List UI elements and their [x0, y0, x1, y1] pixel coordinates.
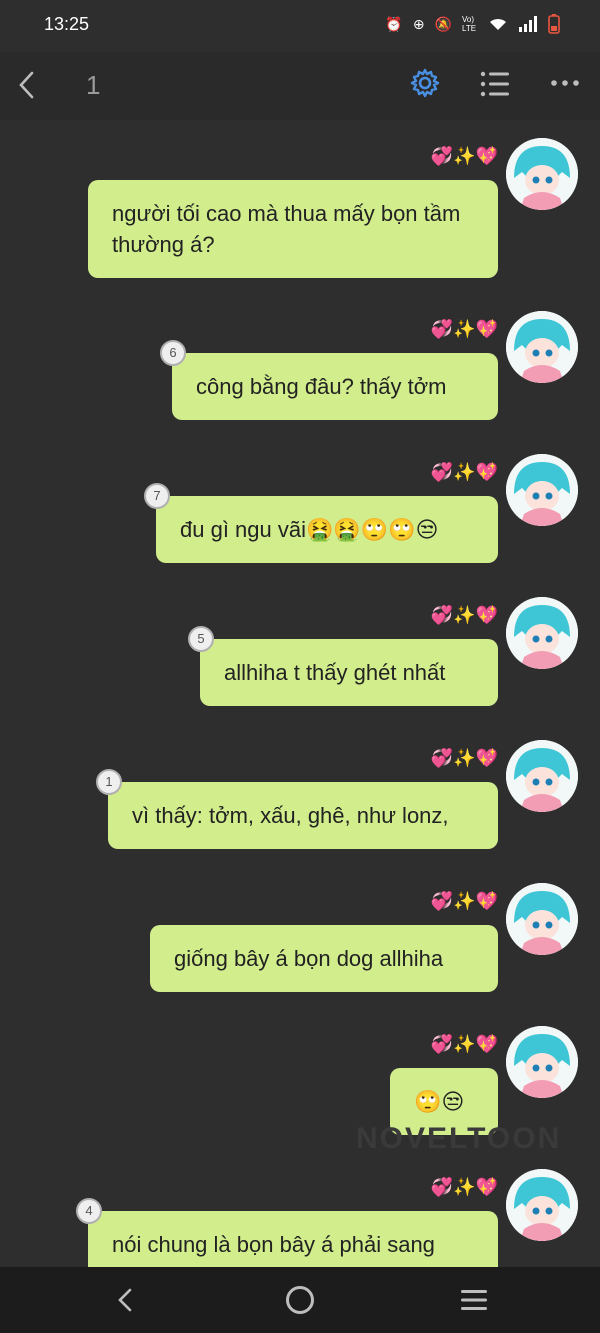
message-bubble[interactable]: allhiha t thấy ghét nhất [200, 639, 498, 706]
comment-count-badge[interactable]: 4 [76, 1198, 102, 1224]
nav-home-icon[interactable] [286, 1286, 314, 1314]
avatar-image [506, 454, 578, 526]
message-text: giống bây á bọn dog allhiha [174, 946, 444, 971]
avatar[interactable] [506, 454, 578, 526]
avatar-image [506, 138, 578, 210]
sync-icon: ⊕ [412, 16, 425, 32]
message-text: allhiha t thấy ghét nhất [224, 660, 446, 685]
avatar[interactable] [506, 1026, 578, 1098]
chevron-left-icon[interactable] [14, 68, 44, 102]
message-bubble[interactable]: nói chung là bọn bây á phải sang [88, 1211, 498, 1267]
decoration-emoji: 💞✨💖 [430, 605, 498, 625]
avatar-image [506, 311, 578, 383]
more-dots-icon[interactable] [550, 78, 580, 88]
avatar-image [506, 883, 578, 955]
chapter-number: 1 [86, 70, 101, 100]
gear-icon[interactable] [410, 68, 440, 98]
watermark: NOVELTOON [356, 1122, 562, 1155]
comment-count-badge[interactable]: 5 [188, 626, 214, 652]
avatar[interactable] [506, 597, 578, 669]
system-navbar [0, 1267, 600, 1333]
avatar[interactable] [506, 740, 578, 812]
comment-count-badge[interactable]: 6 [160, 340, 186, 366]
message-bubble[interactable]: vì thấy: tởm, xấu, ghê, như lonz, [108, 782, 498, 849]
signal-icon [519, 16, 537, 32]
message-text: người tối cao mà thua mấy bọn tầm thường… [112, 201, 461, 257]
decoration-emoji: 💞✨💖 [430, 1177, 498, 1197]
decoration-emoji: 💞✨💖 [430, 146, 498, 166]
message-text: vì thấy: tởm, xấu, ghê, như lonz, [132, 803, 449, 828]
decoration-emoji: 💞✨💖 [430, 319, 498, 339]
chat-area[interactable]: 💞✨💖 người tối cao mà thua mấy bọn tầm th… [0, 120, 600, 1267]
status-bar: 13:25 ⏰ ⊕ 🔕 Vo) LTE [0, 0, 600, 52]
comment-count-badge[interactable]: 7 [144, 483, 170, 509]
avatar[interactable] [506, 1169, 578, 1241]
decoration-emoji: 💞✨💖 [430, 748, 498, 768]
status-time: 13:25 [44, 14, 90, 34]
avatar-image [506, 597, 578, 669]
message-text: nói chung là bọn bây á phải sang [112, 1232, 435, 1257]
avatar[interactable] [506, 883, 578, 955]
message-text: đu gì ngu vãi🤮🤮🙄🙄😒 [180, 517, 439, 542]
status-icons: ⏰ ⊕ 🔕 Vo) LTE [385, 14, 560, 34]
decoration-emoji: 💞✨💖 [430, 462, 498, 482]
wifi-icon [490, 18, 506, 30]
avatar-image [506, 1169, 578, 1241]
comment-count-badge[interactable]: 1 [96, 769, 122, 795]
avatar[interactable] [506, 138, 578, 210]
message-bubble[interactable]: công bằng đâu? thấy tởm [172, 353, 498, 420]
message-text: công bằng đâu? thấy tởm [196, 374, 447, 399]
decoration-emoji: 💞✨💖 [430, 1034, 498, 1054]
message-bubble[interactable]: đu gì ngu vãi🤮🤮🙄🙄😒 [156, 496, 498, 563]
avatar[interactable] [506, 311, 578, 383]
mute-icon: 🔕 [434, 16, 452, 32]
message-bubble[interactable]: giống bây á bọn dog allhiha [150, 925, 498, 992]
nav-recent-apps-icon[interactable] [460, 1289, 488, 1311]
avatar-image [506, 1026, 578, 1098]
avatar-image [506, 740, 578, 812]
alarm-icon: ⏰ [385, 16, 403, 32]
decoration-emoji: 💞✨💖 [430, 891, 498, 911]
list-icon[interactable] [480, 70, 510, 98]
nav-back-icon[interactable] [114, 1287, 138, 1313]
message-text: 🙄😒 [414, 1089, 465, 1114]
message-bubble[interactable]: người tối cao mà thua mấy bọn tầm thường… [88, 180, 498, 278]
volte-icon: Vo) LTE [462, 15, 477, 33]
battery-icon [548, 14, 560, 34]
reader-header: 1 [0, 52, 600, 120]
